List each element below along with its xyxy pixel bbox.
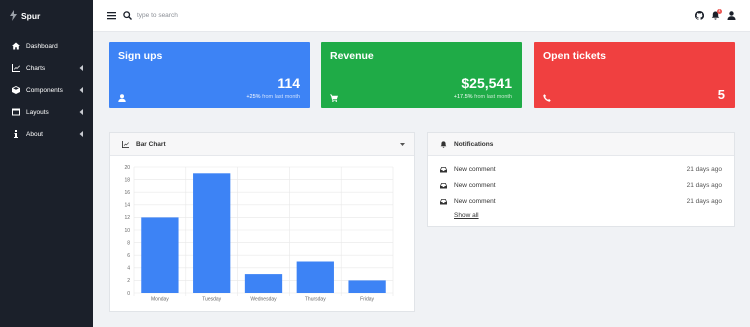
hamburger-menu-icon[interactable]	[107, 11, 116, 20]
sidebar-item-label: About	[26, 130, 43, 138]
inbox-icon	[440, 198, 447, 205]
y-tick-label: 18	[124, 177, 130, 183]
stat-card-revenue: Revenue $25,541 +17.5% from last month	[321, 42, 522, 108]
stat-change-value: +17.5%	[453, 94, 473, 100]
sidebar-item-dashboard[interactable]: Dashboard	[0, 35, 93, 57]
topbar: 4	[93, 0, 750, 32]
y-tick-label: 8	[127, 240, 130, 246]
x-tick-label: Monday	[151, 297, 169, 303]
brand-name: Spur	[21, 10, 41, 21]
stat-card-sign-ups: Sign ups 114 +25% from last month	[109, 42, 310, 108]
user-icon[interactable]	[727, 11, 736, 20]
notification-label: New comment	[454, 182, 496, 189]
panel-header: Notifications	[428, 133, 734, 156]
chevron-left-icon	[79, 87, 84, 93]
search-input[interactable]	[137, 8, 317, 23]
notifications-panel: Notifications New comment 21 days ago Ne…	[427, 132, 735, 227]
github-icon[interactable]	[694, 10, 705, 20]
notification-time: 21 days ago	[686, 166, 722, 173]
x-tick-label: Thursday	[305, 297, 326, 303]
bar-chart: 0 2 4 6 8 10 12 14 16 18 20 Monday Tuesday Wednesday T…	[124, 165, 394, 303]
panel-title: Bar Chart	[136, 141, 166, 148]
sidebar-item-charts[interactable]: Charts	[0, 57, 93, 79]
stat-change: +17.5% from last month	[454, 94, 512, 100]
chart-line-icon	[11, 64, 20, 73]
info-icon	[11, 130, 20, 139]
stat-value: $25,541	[461, 75, 512, 91]
cube-icon	[11, 86, 20, 95]
window-icon	[11, 108, 20, 117]
cart-icon	[330, 94, 338, 102]
sidebar-item-about[interactable]: About	[0, 123, 93, 145]
phone-icon	[543, 94, 551, 102]
y-tick-label: 10	[124, 228, 130, 234]
y-tick-label: 12	[124, 215, 130, 221]
inbox-icon	[440, 166, 447, 173]
bar	[348, 280, 386, 293]
bar	[193, 173, 231, 293]
sidebar-item-label: Components	[26, 86, 63, 94]
y-tick-label: 6	[127, 253, 130, 259]
show-all-link[interactable]: Show all	[454, 212, 479, 219]
chevron-left-icon	[79, 131, 84, 137]
stat-change-suffix: from last month	[474, 94, 512, 100]
inbox-icon	[440, 182, 447, 189]
bolt-icon	[10, 10, 17, 21]
notification-item[interactable]: New comment 21 days ago	[440, 196, 722, 208]
stat-change-suffix: from last month	[262, 94, 300, 100]
bar	[244, 274, 283, 293]
sidebar: Spur Dashboard Charts Components Layouts…	[0, 0, 93, 327]
notification-count-badge: 4	[717, 9, 722, 14]
chevron-left-icon	[79, 65, 84, 71]
user-icon	[118, 94, 126, 102]
sidebar-item-components[interactable]: Components	[0, 79, 93, 101]
notification-time: 21 days ago	[686, 182, 722, 189]
stat-title: Sign ups	[118, 50, 163, 62]
bar-chart-panel: Bar Chart 0 2 4 6 8 10 12 14 16 18 20 Monday Tuesday…	[109, 132, 415, 312]
panel-header: Bar Chart	[110, 133, 414, 156]
bar	[296, 261, 334, 293]
search-icon	[123, 11, 132, 20]
caret-down-icon[interactable]	[400, 143, 405, 146]
stat-change: +25% from last month	[246, 94, 300, 100]
stat-value: 114	[277, 75, 300, 91]
y-tick-label: 2	[127, 278, 130, 284]
sidebar-item-label: Layouts	[26, 108, 49, 116]
y-tick-label: 14	[124, 203, 130, 209]
brand[interactable]: Spur	[10, 10, 40, 21]
chevron-left-icon	[79, 109, 84, 115]
notification-label: New comment	[454, 166, 496, 173]
sidebar-item-layouts[interactable]: Layouts	[0, 101, 93, 123]
stat-title: Open tickets	[543, 50, 607, 62]
sidebar-item-label: Dashboard	[26, 42, 58, 50]
stat-change-value: +25%	[246, 94, 261, 100]
stat-title: Revenue	[330, 50, 374, 62]
x-tick-label: Wednesday	[250, 297, 277, 303]
notification-time: 21 days ago	[686, 198, 722, 205]
home-icon	[11, 42, 20, 51]
y-tick-label: 16	[124, 190, 130, 196]
y-tick-label: 4	[127, 266, 130, 272]
sidebar-nav: Dashboard Charts Components Layouts Abou…	[0, 35, 93, 145]
bar	[141, 217, 179, 293]
stat-card-open-tickets: Open tickets 5	[534, 42, 735, 108]
stat-value: 5	[717, 87, 725, 102]
y-tick-label: 0	[127, 291, 130, 297]
x-tick-label: Friday	[360, 297, 374, 303]
sidebar-item-label: Charts	[26, 64, 46, 72]
chart-line-icon	[122, 141, 129, 148]
x-tick-label: Tuesday	[202, 297, 221, 303]
notification-item[interactable]: New comment 21 days ago	[440, 164, 722, 176]
notification-item[interactable]: New comment 21 days ago	[440, 180, 722, 192]
panel-title: Notifications	[454, 141, 494, 148]
bell-icon	[440, 141, 447, 148]
notification-label: New comment	[454, 198, 496, 205]
y-tick-label: 20	[124, 165, 130, 171]
